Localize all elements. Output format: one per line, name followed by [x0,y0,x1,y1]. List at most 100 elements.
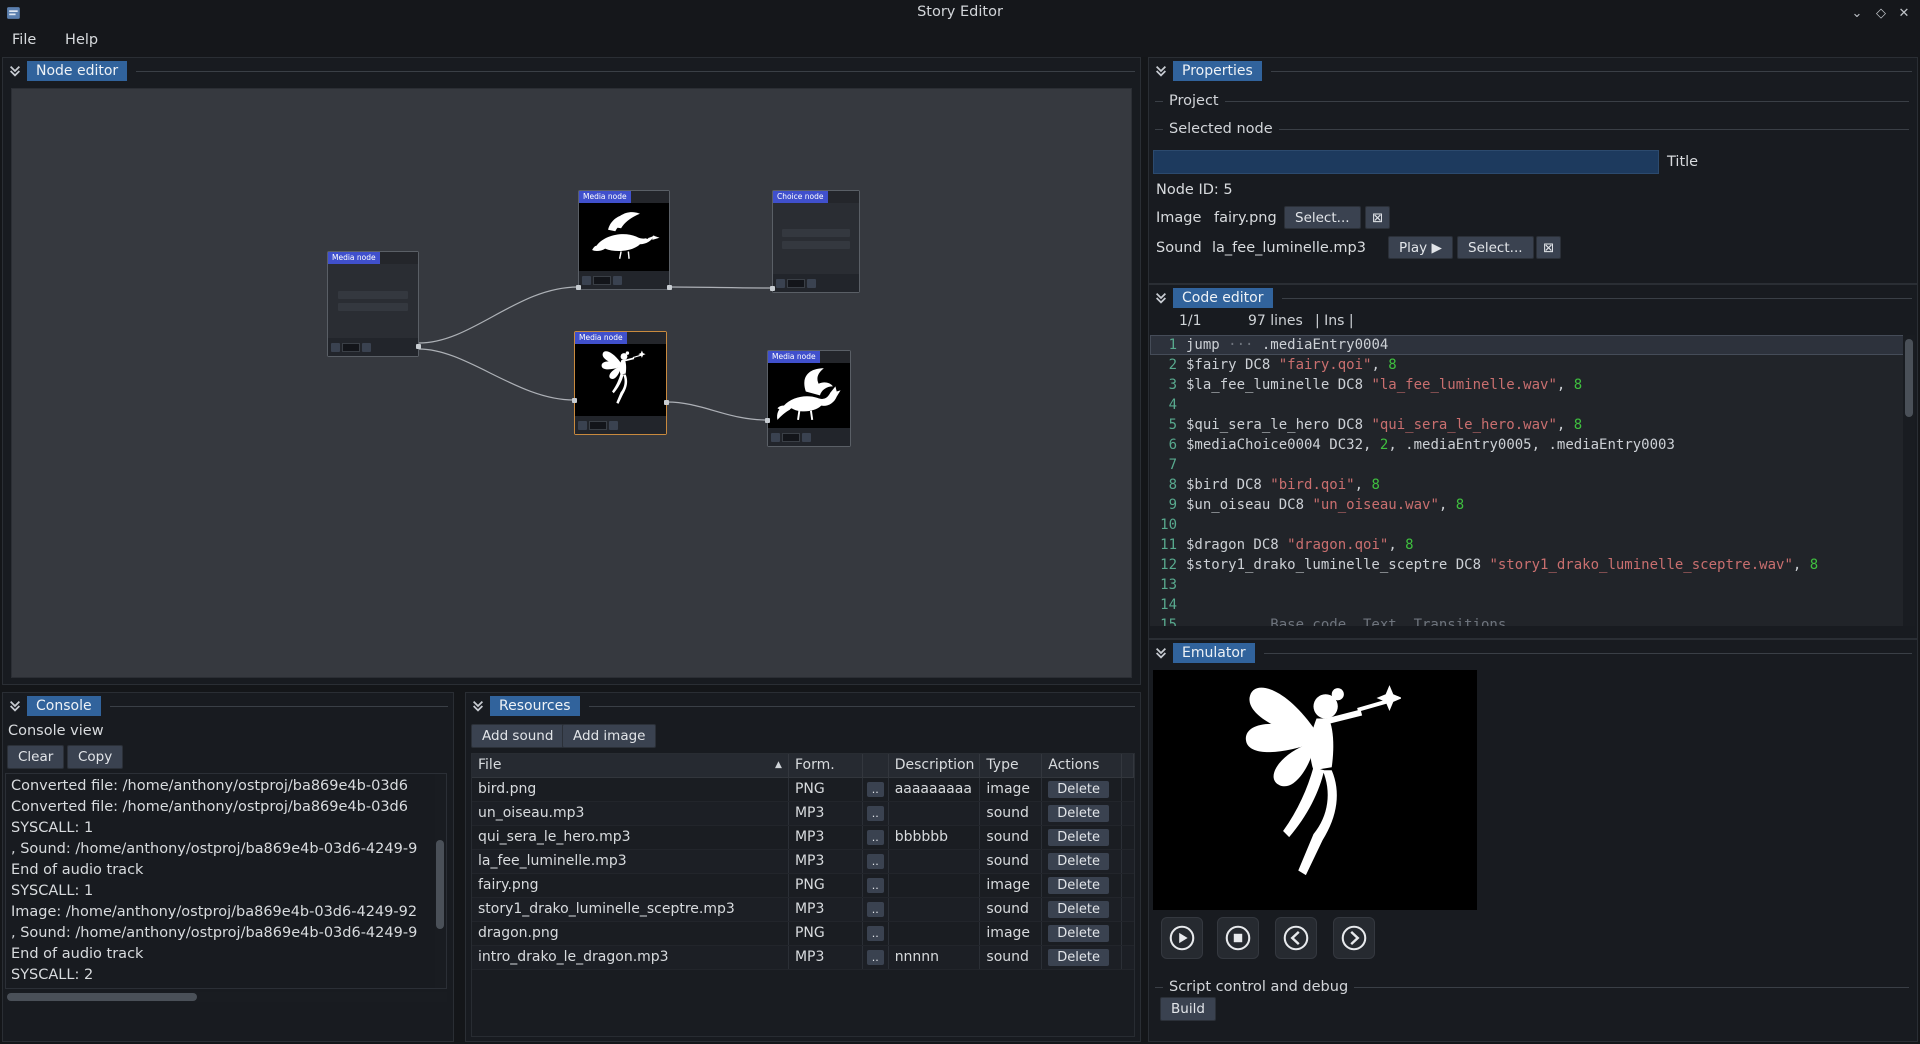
code-scrollbar[interactable] [1903,335,1915,626]
edit-description-button[interactable]: .. [867,830,884,845]
graph-node-media-fairy[interactable]: Media node [574,331,667,435]
console-vscrollbar[interactable] [435,774,446,988]
node-field[interactable] [338,303,408,311]
graph-node-media-dragon[interactable]: Media node [767,350,851,447]
minimize-button[interactable]: ⌄ [1846,3,1868,24]
code-line[interactable]: 7 [1150,455,1904,475]
edit-description-button[interactable]: .. [867,878,884,893]
code-line[interactable]: 12$story1_drako_luminelle_sceptre DC8 "s… [1150,555,1904,575]
node-next-button[interactable] [362,343,371,352]
node-next-button[interactable] [807,279,816,288]
code-line[interactable]: 9$un_oiseau DC8 "un_oiseau.wav", 8 [1150,495,1904,515]
collapse-panel-icon[interactable] [8,699,22,713]
node-prev-button[interactable] [776,279,785,288]
edit-description-button[interactable]: .. [867,902,884,917]
node-input-port[interactable] [765,418,770,423]
close-button[interactable]: ✕ [1893,3,1915,24]
resource-row[interactable]: bird.pngPNG..aaaaaaaaaimageDelete [472,778,1134,802]
code-line[interactable]: 2$fairy DC8 "fairy.qoi", 8 [1150,355,1904,375]
node-input-port[interactable] [576,285,581,290]
node-input-port[interactable] [572,398,577,403]
delete-resource-button[interactable]: Delete [1048,805,1109,822]
clear-console-button[interactable]: Clear [7,745,64,769]
select-sound-button[interactable]: Select... [1457,236,1534,259]
node-prev-button[interactable] [578,421,587,430]
collapse-panel-icon[interactable] [1154,291,1168,305]
step-back-button[interactable] [1275,917,1317,959]
node-next-button[interactable] [802,433,811,442]
edit-description-button[interactable]: .. [867,926,884,941]
delete-resource-button[interactable]: Delete [1048,829,1109,846]
step-forward-button[interactable] [1333,917,1375,959]
column-header-edit[interactable] [863,754,889,777]
column-header-description[interactable]: Description [889,754,981,777]
resource-row[interactable]: dragon.pngPNG..imageDelete [472,922,1134,946]
edit-description-button[interactable]: .. [867,854,884,869]
menu-help[interactable]: Help [53,27,110,53]
console-log-container[interactable]: Converted file: /home/anthony/ostproj/ba… [5,773,447,989]
collapse-panel-icon[interactable] [1154,64,1168,78]
delete-resource-button[interactable]: Delete [1048,781,1109,798]
column-header-actions[interactable]: Actions [1042,754,1122,777]
code-line[interactable]: 5$qui_sera_le_hero DC8 "qui_sera_le_hero… [1150,415,1904,435]
play-button[interactable] [1161,917,1203,959]
delete-resource-button[interactable]: Delete [1048,853,1109,870]
node-output-port[interactable] [416,344,421,349]
play-sound-button[interactable]: Play ▶ [1388,236,1453,259]
edit-description-button[interactable]: .. [867,782,884,797]
console-vscrollbar-thumb[interactable] [436,840,444,929]
resource-row[interactable]: un_oiseau.mp3MP3..soundDelete [472,802,1134,826]
edit-description-button[interactable]: .. [867,806,884,821]
stop-button[interactable] [1217,917,1259,959]
node-next-button[interactable] [613,276,622,285]
add-image-button[interactable]: Add image [562,724,656,748]
code-line[interactable]: 4 [1150,395,1904,415]
resource-row[interactable]: fairy.pngPNG..imageDelete [472,874,1134,898]
resource-row[interactable]: qui_sera_le_hero.mp3MP3..bbbbbbsoundDele… [472,826,1134,850]
clear-sound-button[interactable]: ⊠ [1536,236,1561,259]
node-prev-button[interactable] [582,276,591,285]
copy-console-button[interactable]: Copy [67,745,123,769]
column-header-format[interactable]: Form. [789,754,863,777]
build-button[interactable]: Build [1160,997,1216,1021]
node-field[interactable] [782,241,849,249]
node-output-port[interactable] [664,400,669,405]
collapse-panel-icon[interactable] [1154,646,1168,660]
node-next-button[interactable] [609,421,618,430]
graph-node-media-1[interactable]: Media node [327,251,419,357]
console-hscrollbar-thumb[interactable] [7,993,197,1001]
collapse-panel-icon[interactable] [8,64,22,78]
menu-file[interactable]: File [0,27,48,53]
edit-description-button[interactable]: .. [867,950,884,965]
resource-row[interactable]: intro_drako_le_dragon.mp3MP3..nnnnnsound… [472,946,1134,970]
code-scrollbar-thumb[interactable] [1905,339,1913,417]
node-output-port[interactable] [667,285,672,290]
code-line[interactable]: 11$dragon DC8 "dragon.qoi", 8 [1150,535,1904,555]
node-field[interactable] [782,229,849,237]
delete-resource-button[interactable]: Delete [1048,877,1109,894]
code-lines[interactable]: 1jump ··· .mediaEntry00042$fairy DC8 "fa… [1150,335,1904,626]
node-input-port[interactable] [770,286,775,291]
code-line[interactable]: 15 Base code. Text. Transitions [1150,615,1904,626]
node-canvas[interactable]: Media node Media node [11,88,1132,678]
maximize-button[interactable]: ◇ [1870,3,1892,24]
code-line[interactable]: 3$la_fee_luminelle DC8 "la_fee_luminelle… [1150,375,1904,395]
resource-row[interactable]: story1_drako_luminelle_sceptre.mp3MP3..s… [472,898,1134,922]
title-bar[interactable]: Story Editor ⌄ ◇ ✕ [0,0,1920,27]
code-line[interactable]: 13 [1150,575,1904,595]
delete-resource-button[interactable]: Delete [1048,925,1109,942]
add-sound-button[interactable]: Add sound [471,724,564,748]
graph-node-choice[interactable]: Choice node [772,190,860,293]
code-line[interactable]: 10 [1150,515,1904,535]
resource-row[interactable]: la_fee_luminelle.mp3MP3..soundDelete [472,850,1134,874]
code-line[interactable]: 6$mediaChoice0004 DC32, 2, .mediaEntry00… [1150,435,1904,455]
code-line[interactable]: 14 [1150,595,1904,615]
code-line[interactable]: 8$bird DC8 "bird.qoi", 8 [1150,475,1904,495]
graph-node-media-bird[interactable]: Media node [578,190,670,290]
select-image-button[interactable]: Select... [1284,206,1361,229]
code-line[interactable]: 1jump ··· .mediaEntry0004 [1150,335,1904,355]
node-title-input[interactable] [1153,150,1659,174]
column-header-file[interactable]: File ▲ [472,754,789,777]
delete-resource-button[interactable]: Delete [1048,901,1109,918]
delete-resource-button[interactable]: Delete [1048,949,1109,966]
